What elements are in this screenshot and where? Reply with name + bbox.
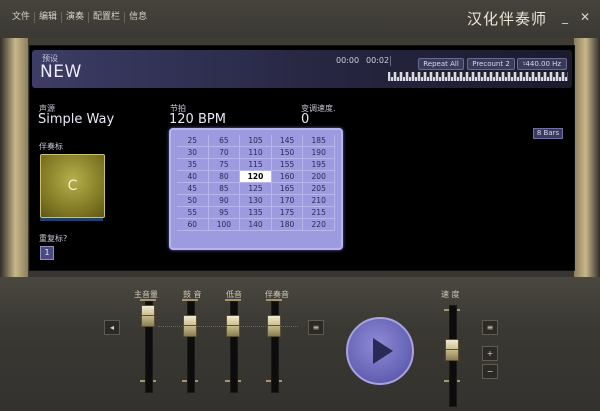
speed-plus-button[interactable]: + (482, 346, 498, 361)
tempo-cell[interactable]: 30 (177, 147, 209, 159)
tempo-cell[interactable]: 135 (240, 207, 272, 219)
tempo-cell[interactable]: 185 (303, 135, 335, 147)
repeat-label: 重复标? (39, 234, 68, 243)
speed-reset-icon[interactable]: ≡ (482, 320, 498, 335)
menu-item-info[interactable]: 信息 (125, 12, 151, 23)
tempo-cell[interactable]: 165 (271, 183, 304, 195)
tempo-cell[interactable]: 25 (177, 135, 209, 147)
tempo-cell[interactable]: 120 (240, 171, 272, 183)
menu-item-play[interactable]: 演奏 (62, 12, 90, 23)
tempo-cell[interactable]: 145 (271, 135, 304, 147)
fader-thumb-master[interactable] (141, 305, 155, 327)
speed-minus-button[interactable]: − (482, 364, 498, 379)
title-bar: 文件 编辑 演奏 配置栏 信息 汉化伴奏师 _ ✕ (0, 0, 600, 38)
chord-pad-bar (40, 218, 103, 221)
tempo-cell[interactable]: 40 (177, 171, 209, 183)
tempo-cell[interactable]: 200 (303, 171, 335, 183)
tempo-cell[interactable]: 65 (208, 135, 241, 147)
minimize-icon[interactable]: _ (558, 10, 572, 24)
frame-right (574, 38, 600, 278)
tempo-cell[interactable]: 110 (240, 147, 272, 159)
display-screen: 预设 NEW 00:00 00:02 Repeat All Precount 2… (29, 45, 575, 271)
tempo-cell[interactable]: 180 (271, 219, 304, 231)
app-window: 文件 编辑 演奏 配置栏 信息 汉化伴奏师 _ ✕ 预设 NEW 00:00 0… (0, 0, 600, 411)
tempo-cell[interactable]: 70 (208, 147, 241, 159)
bars-button[interactable]: 8 Bars (533, 128, 563, 139)
tempo-cell[interactable]: 60 (177, 219, 209, 231)
tempo-cell[interactable]: 80 (208, 171, 241, 183)
tempo-cell[interactable]: 195 (303, 159, 335, 171)
app-title: 汉化伴奏师 (467, 10, 548, 28)
time-separator (390, 56, 391, 66)
chord-pad[interactable]: C (40, 154, 105, 218)
precount-button[interactable]: Precount 2 (467, 58, 515, 70)
tempo-cell[interactable]: 75 (208, 159, 241, 171)
channel-label-speed: 速 度 (441, 290, 460, 299)
tempo-cell[interactable]: 95 (208, 207, 241, 219)
menu-item-edit[interactable]: 编辑 (35, 12, 63, 23)
solo-icon[interactable]: ≡ (308, 320, 324, 335)
preset-value[interactable]: NEW (40, 62, 82, 82)
menu-item-config[interactable]: 配置栏 (89, 12, 126, 23)
style-value[interactable]: Simple Way (38, 112, 114, 127)
tempo-cell[interactable]: 35 (177, 159, 209, 171)
chord-value: C (67, 178, 78, 194)
tempo-grid: 25 65 105 145 185 30 70 110 150 190 35 75 115 155 195 4… (169, 128, 343, 250)
tempo-cell[interactable]: 205 (303, 183, 335, 195)
tempo-cell[interactable]: 85 (208, 183, 241, 195)
piano-keyboard[interactable] (388, 72, 568, 81)
close-icon[interactable]: ✕ (578, 10, 592, 24)
tempo-cell[interactable]: 100 (208, 219, 241, 231)
tempo-cell[interactable]: 220 (303, 219, 335, 231)
time-total: 00:02 (366, 56, 390, 65)
tempo-cell[interactable]: 50 (177, 195, 209, 207)
tempo-cell[interactable]: 170 (271, 195, 304, 207)
tuning-button[interactable]: ♮440.00 Hz (517, 58, 567, 70)
fader-thumb-speed[interactable] (445, 339, 459, 361)
fader-thumb-accomp[interactable] (267, 315, 281, 337)
menu-bar: 文件 编辑 演奏 配置栏 信息 (8, 12, 151, 23)
tempo-cell[interactable]: 90 (208, 195, 241, 207)
fader-thumb-bass[interactable] (226, 315, 240, 337)
tempo-cell[interactable]: 150 (271, 147, 304, 159)
tempo-cell[interactable]: 115 (240, 159, 272, 171)
tempo-cell[interactable]: 140 (240, 219, 272, 231)
display-header: 预设 NEW 00:00 00:02 Repeat All Precount 2… (32, 50, 572, 88)
tempo-cell[interactable]: 215 (303, 207, 335, 219)
speaker-icon[interactable]: ◂ (104, 320, 120, 335)
menu-item-file[interactable]: 文件 (8, 12, 36, 23)
play-button[interactable] (346, 317, 414, 385)
tempo-cell[interactable]: 105 (240, 135, 272, 147)
repeat-value[interactable]: 1 (40, 246, 54, 260)
tempo-cell[interactable]: 190 (303, 147, 335, 159)
time-elapsed: 00:00 (336, 56, 360, 65)
play-icon (373, 338, 393, 364)
tempo-grid-cells: 25 65 105 145 185 30 70 110 150 190 35 75 115 155 195 4… (177, 135, 335, 243)
tempo-change-value[interactable]: 0 (301, 112, 309, 127)
tempo-cell[interactable]: 125 (240, 183, 272, 195)
accomp-label: 伴奏标 (39, 142, 63, 151)
tempo-cell[interactable]: 175 (271, 207, 304, 219)
fader-thumb-drums[interactable] (183, 315, 197, 337)
tempo-cell[interactable]: 130 (240, 195, 272, 207)
frame-left (0, 38, 28, 278)
tempo-cell[interactable]: 160 (271, 171, 304, 183)
mixer-panel (0, 277, 600, 411)
tempo-cell[interactable]: 45 (177, 183, 209, 195)
tempo-cell[interactable]: 55 (177, 207, 209, 219)
tempo-cell[interactable]: 155 (271, 159, 304, 171)
repeat-all-button[interactable]: Repeat All (418, 58, 464, 70)
tempo-cell[interactable]: 210 (303, 195, 335, 207)
tempo-value[interactable]: 120 BPM (169, 112, 226, 127)
